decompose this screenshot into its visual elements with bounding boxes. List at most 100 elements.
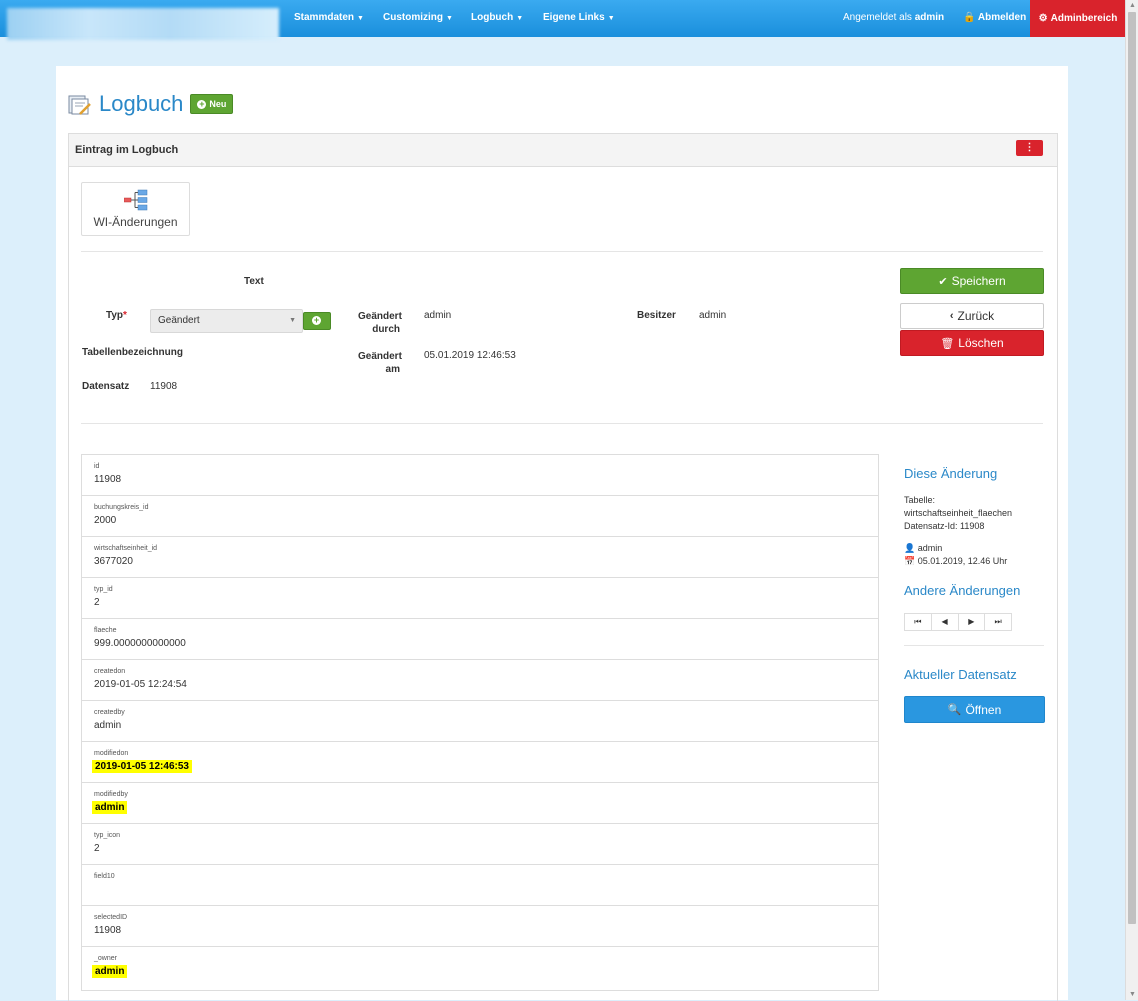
- first-page-icon[interactable]: ⏮: [905, 614, 932, 630]
- nav-stammdaten-label: Stammdaten: [294, 12, 355, 23]
- typ-select[interactable]: Geändert ▼: [150, 309, 303, 333]
- new-entry-label: Neu: [209, 99, 227, 109]
- record-id-label: Datensatz-Id: 11908: [904, 521, 985, 531]
- geaendert-am-label-line1: Geändert: [358, 351, 402, 362]
- table-label: Tabelle:: [904, 495, 936, 505]
- open-record-button[interactable]: 🔍 Öffnen: [904, 696, 1045, 723]
- nav-eigene-links[interactable]: Eigene Links ▼: [543, 12, 615, 23]
- datensatz-label: Datensatz: [82, 381, 130, 392]
- field-row: selectedID 11908: [82, 906, 878, 947]
- nav-stammdaten[interactable]: Stammdaten ▼: [294, 12, 364, 23]
- plus-circle-icon: +: [197, 98, 207, 109]
- other-changes-title: Andere Änderungen: [904, 583, 1021, 598]
- search-icon: 🔍: [947, 704, 962, 716]
- field-name: typ_icon: [94, 832, 121, 839]
- hierarchy-icon: [124, 189, 148, 211]
- delete-label: Löschen: [958, 336, 1004, 350]
- change-date: 📅 05.01.2019, 12.46 Uhr: [904, 555, 1007, 568]
- chevron-down-icon: ▼: [357, 15, 364, 22]
- field-row: typ_id 2: [82, 578, 878, 619]
- typ-label-text: Typ: [106, 310, 124, 321]
- this-change-title: Diese Änderung: [904, 466, 998, 481]
- wi-changes-button[interactable]: WI-Änderungen: [81, 182, 190, 236]
- user-icon: 👤: [904, 543, 916, 553]
- check-icon: ✔: [938, 275, 948, 288]
- field-value: admin: [92, 965, 128, 978]
- logged-in-user: admin: [914, 12, 945, 23]
- save-label: Speichern: [951, 274, 1006, 288]
- field-name: id: [94, 463, 100, 470]
- next-page-icon[interactable]: ▶: [959, 614, 986, 630]
- field-row: createdon 2019-01-05 12:24:54: [82, 660, 878, 701]
- nav-logbuch[interactable]: Logbuch ▼: [471, 12, 523, 23]
- add-typ-button[interactable]: +: [303, 312, 331, 330]
- logbook-icon: [68, 95, 91, 115]
- delete-button[interactable]: 🗑 Löschen: [900, 330, 1044, 356]
- logout-link[interactable]: 🔒 Abmelden: [963, 12, 1026, 23]
- field-name: field10: [94, 873, 115, 880]
- field-value: admin: [92, 801, 128, 814]
- panel-header: Eintrag im Logbuch ⋮: [69, 134, 1057, 167]
- page-header: Logbuch + Neu: [68, 88, 234, 120]
- admin-area-button[interactable]: ⚙ Adminbereich: [1030, 0, 1126, 37]
- divider: [81, 423, 1043, 424]
- page-title: Logbuch: [99, 91, 184, 116]
- field-row: field10: [82, 865, 878, 906]
- vertical-scrollbar[interactable]: ▲ ▼: [1125, 0, 1138, 1000]
- field-value: 2: [94, 597, 100, 608]
- typ-select-value: Geändert: [158, 315, 200, 326]
- field-name: typ_id: [94, 586, 113, 593]
- scroll-down-icon[interactable]: ▼: [1129, 991, 1136, 998]
- field-row: flaeche 999.0000000000000: [82, 619, 878, 660]
- change-user: 👤 admin: [904, 542, 942, 555]
- lock-icon: 🔒: [963, 12, 976, 23]
- current-record-title: Aktueller Datensatz: [904, 667, 1017, 682]
- plus-circle-icon: +: [312, 315, 321, 325]
- text-label: Text: [244, 276, 264, 287]
- panel-menu-button[interactable]: ⋮: [1016, 140, 1043, 156]
- besitzer-value: admin: [699, 310, 727, 321]
- geaendert-durch-label-line1: Geändert: [358, 311, 402, 322]
- field-value: 2019-01-05 12:24:54: [94, 679, 187, 690]
- geaendert-am-label: Geändert am: [358, 350, 402, 376]
- change-pager: ⏮ ◀ ▶ ⏭: [904, 613, 1012, 631]
- field-row: wirtschaftseinheit_id 3677020: [82, 537, 878, 578]
- back-button[interactable]: ‹ Zurück: [900, 303, 1044, 329]
- field-name: createdon: [94, 668, 126, 675]
- field-name: flaeche: [94, 627, 117, 634]
- new-entry-button[interactable]: + Neu: [190, 94, 234, 114]
- field-name: buchungskreis_id: [94, 504, 149, 511]
- field-name: modifiedon: [94, 750, 129, 757]
- field-value: 2: [94, 843, 100, 854]
- field-name: modifiedby: [94, 791, 128, 798]
- open-record-label: Öffnen: [965, 702, 1002, 717]
- scroll-up-icon[interactable]: ▲: [1129, 2, 1136, 9]
- field-value: 11908: [94, 474, 122, 485]
- geaendert-durch-value: admin: [424, 310, 452, 321]
- besitzer-label: Besitzer: [637, 310, 676, 321]
- nav-logbuch-label: Logbuch: [471, 12, 514, 23]
- save-button[interactable]: ✔ Speichern: [900, 268, 1044, 294]
- scrollbar-thumb[interactable]: [1128, 12, 1136, 924]
- datensatz-value: 11908: [150, 381, 178, 392]
- field-name: createdby: [94, 709, 125, 716]
- chevron-down-icon: ▼: [446, 15, 453, 22]
- field-name: selectedID: [94, 914, 128, 921]
- field-value: 2019-01-05 12:46:53: [92, 760, 192, 773]
- divider: [904, 645, 1044, 646]
- brand-logo[interactable]: [7, 8, 279, 40]
- content-card: Logbuch + Neu Eintrag im Logbuch ⋮ WI-Än…: [56, 66, 1068, 1001]
- logged-in-info: Angemeldet als admin: [843, 12, 944, 23]
- field-row: id 11908: [82, 455, 878, 496]
- last-page-icon[interactable]: ⏭: [985, 614, 1011, 630]
- chevron-down-icon: ▼: [516, 15, 524, 22]
- nav-eigene-links-label: Eigene Links: [543, 12, 605, 23]
- nav-customizing[interactable]: Customizing ▼: [383, 12, 453, 23]
- chevron-down-icon: ▼: [289, 317, 296, 324]
- top-navbar: Stammdaten ▼ Customizing ▼ Logbuch ▼ Eigene…: [0, 0, 1126, 40]
- field-row: buchungskreis_id 2000: [82, 496, 878, 537]
- prev-page-icon[interactable]: ◀: [932, 614, 959, 630]
- field-row: createdby admin: [82, 701, 878, 742]
- field-value: 3677020: [94, 556, 133, 567]
- field-row: modifiedby admin: [82, 783, 878, 824]
